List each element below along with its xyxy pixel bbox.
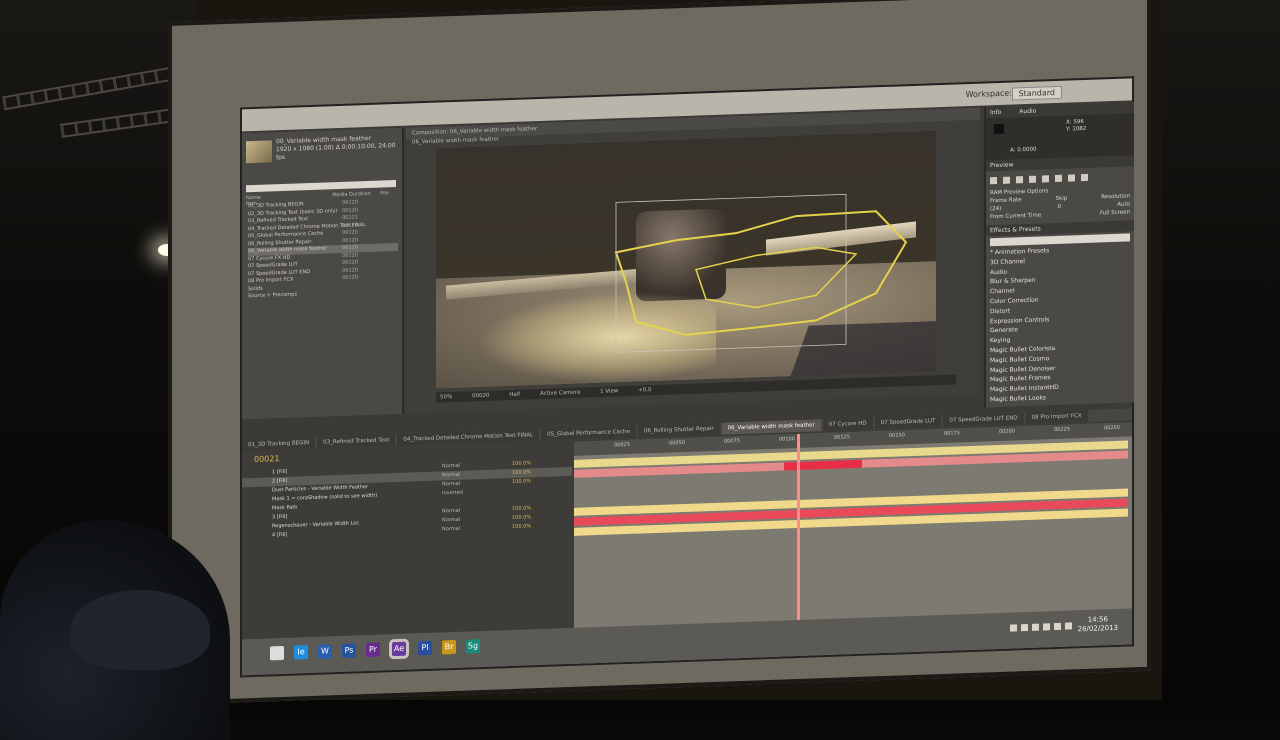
start-icon[interactable]	[270, 645, 284, 661]
views-dropdown[interactable]: 1 View	[600, 388, 618, 395]
tray-icon[interactable]	[1021, 623, 1028, 632]
skip-field[interactable]: 0	[1058, 204, 1062, 210]
info-readout: X: 596 Y: 1082	[1066, 119, 1087, 133]
taskbar-app-bridge[interactable]: Br	[442, 639, 456, 655]
ruler-tick-label: 00100	[779, 436, 795, 443]
timeline-tab[interactable]: 07 SpeedGrade LUT END	[943, 412, 1024, 427]
preview-transport	[990, 169, 1130, 186]
audio-icon[interactable]	[1055, 174, 1062, 182]
info-alpha: A: 0.0000	[1010, 146, 1037, 154]
info-panel: X: 596 Y: 1082 A: 0.0000	[986, 113, 1134, 161]
timeline-tab-active[interactable]: 06_Variable width mask feather	[721, 419, 821, 435]
play-icon[interactable]	[1016, 175, 1023, 183]
camera-dropdown[interactable]: Active Camera	[540, 390, 580, 397]
composition-viewer[interactable]	[436, 131, 936, 389]
ruler-tick-label: 00175	[944, 430, 960, 437]
ruler-tick-label: 00225	[1054, 426, 1070, 434]
after-effects-window: Workspace: Standard 00_Variable width ma…	[242, 78, 1134, 676]
resolution-select[interactable]: Auto	[1117, 201, 1130, 207]
system-tray	[1010, 622, 1072, 632]
project-panel: 00_Variable width mask feather 1920 x 10…	[242, 127, 404, 420]
timeline-tab[interactable]: 06_Rolling Shutter Repair	[637, 422, 720, 438]
right-panels: Info Audio X: 596 Y: 1082 A: 0.0000 Prev…	[984, 102, 1134, 408]
timeline-tab[interactable]: 01_3D Tracking BEGIN	[242, 436, 316, 452]
ruler-tick-label: 00025	[614, 441, 630, 449]
clock-date: 26/02/2013	[1077, 623, 1118, 634]
workspace-label: Workspace:	[965, 88, 1012, 100]
audio-tab[interactable]: Audio	[1019, 108, 1036, 116]
info-tab[interactable]: Info	[990, 109, 1001, 116]
resolution-dropdown[interactable]: Half	[509, 392, 520, 398]
exposure-value[interactable]: +0.0	[638, 387, 651, 393]
effects-list: * Animation Presets 3D Channel Audio Blu…	[986, 243, 1134, 405]
composition-tab-label: Composition: 06_Variable width mask feat…	[412, 126, 538, 137]
timeline-tab[interactable]: 08 Pro Import FCX	[1025, 409, 1088, 425]
color-swatch	[994, 123, 1004, 135]
current-time-display[interactable]: 00020	[472, 393, 490, 400]
ruler-tick-label: 00250	[1104, 424, 1120, 432]
tray-icon[interactable]	[1010, 624, 1017, 632]
project-thumbnail	[246, 140, 272, 164]
composition-panel: Composition: 06_Variable width mask feat…	[406, 107, 980, 414]
taskbar-app-word[interactable]: W	[318, 644, 332, 659]
frame-rate-dropdown[interactable]: (24)	[990, 206, 1001, 212]
taskbar-app-ie[interactable]: Ie	[294, 645, 308, 660]
taskbar-app-speedgrade[interactable]: Sg	[466, 639, 480, 654]
tray-icon[interactable]	[1032, 623, 1039, 631]
first-frame-icon[interactable]	[990, 176, 997, 184]
tray-icon[interactable]	[1043, 623, 1050, 631]
zoom-dropdown[interactable]: 50%	[440, 394, 452, 400]
timeline-tab[interactable]: 07 Cycore HD	[822, 417, 873, 432]
full-screen-checkbox[interactable]: Full Screen	[1100, 209, 1130, 216]
taskbar-app-premiere[interactable]: Pr	[366, 642, 380, 658]
ram-preview-icon[interactable]	[1081, 173, 1088, 181]
projection-screen: Workspace: Standard 00_Variable width ma…	[168, 0, 1151, 705]
project-item-details: 1920 x 1080 (1.00) Δ 0:00:10:00, 24.00 f…	[276, 142, 396, 162]
last-frame-icon[interactable]	[1042, 174, 1049, 182]
column-header-duration[interactable]: Media Duration	[332, 191, 370, 198]
ruler-tick-label: 00150	[889, 432, 905, 439]
project-item-info: 00_Variable width mask feather 1920 x 10…	[276, 134, 396, 162]
taskbar-clock[interactable]: 14:56 26/02/2013	[1078, 615, 1118, 634]
timeline-tab[interactable]: 07 SpeedGrade LUT	[874, 414, 942, 430]
mask-path-overlay[interactable]	[436, 131, 936, 388]
prev-frame-icon[interactable]	[1003, 176, 1010, 184]
timeline-tab[interactable]: 03_Refined Tracked Text	[317, 434, 396, 449]
workspace-dropdown[interactable]: Standard	[1011, 85, 1062, 101]
ruler-tick-label: 00075	[724, 438, 740, 445]
timeline-tab[interactable]: 04_Tracked Detailed Chrome Motion Text F…	[397, 429, 540, 446]
volume-icon[interactable]	[1065, 622, 1072, 630]
timeline-tab[interactable]: 05_Global Performance Cache	[541, 425, 636, 441]
from-current-time-checkbox[interactable]: From Current Time	[990, 213, 1041, 221]
ruler-tick-label: 00200	[999, 428, 1015, 435]
ruler-tick-label: 00125	[834, 434, 850, 441]
project-item-list: 01_3D Tracking BEGIN 00120 02_3D Tracking…	[248, 198, 398, 301]
taskbar-app-prelude[interactable]: Pl	[418, 640, 432, 656]
layer-bar-highlight[interactable]	[784, 459, 862, 471]
network-icon[interactable]	[1054, 622, 1061, 631]
taskbar-app-aftereffects[interactable]: Ae	[392, 641, 406, 657]
audience-cap	[70, 590, 210, 670]
ruler-tick-label: 00050	[669, 439, 685, 447]
loop-icon[interactable]	[1068, 173, 1075, 182]
taskbar-app-photoshop[interactable]: Ps	[342, 643, 356, 658]
next-frame-icon[interactable]	[1029, 175, 1036, 183]
timeline-timecode[interactable]: 00021	[254, 454, 279, 464]
